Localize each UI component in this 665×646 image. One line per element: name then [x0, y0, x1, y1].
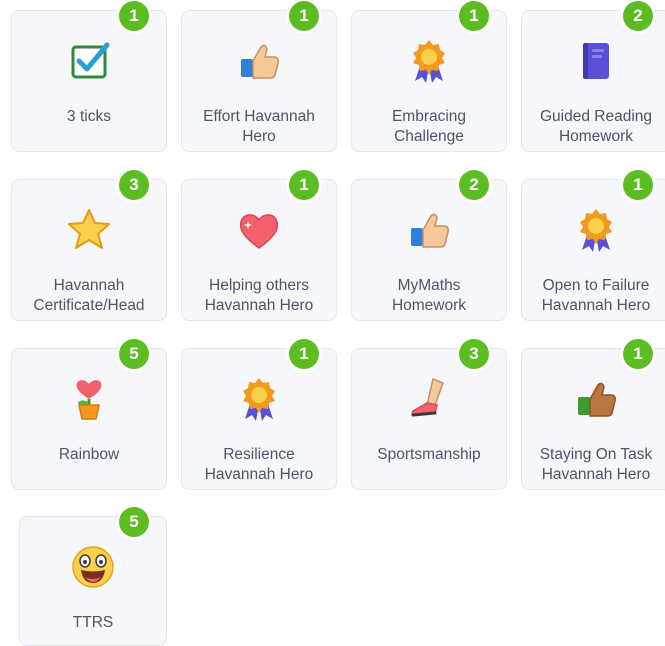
thumbs-up-dark-icon	[570, 373, 622, 425]
award-count-badge: 5	[116, 504, 152, 540]
award-count-badge: 1	[286, 0, 322, 34]
award-card-helping-others-havannah-hero[interactable]: Helping others Havannah Hero 1	[181, 167, 337, 321]
award-count-badge: 5	[116, 336, 152, 372]
award-count-badge: 1	[620, 336, 656, 372]
award-label: Helping others Havannah Hero	[204, 277, 314, 314]
award-card-sportsmanship[interactable]: Sportsmanship 3	[351, 336, 507, 490]
award-label: Rainbow	[58, 446, 120, 463]
award-card-ttrs[interactable]: TTRS 5	[19, 504, 167, 646]
book-icon	[570, 35, 622, 87]
award-label: MyMaths Homework	[391, 277, 467, 314]
award-card-rainbow[interactable]: Rainbow 5	[11, 336, 167, 490]
award-label: Resilience Havannah Hero	[204, 446, 314, 483]
award-card-open-to-failure-havannah-hero[interactable]: Open to Failure Havannah Hero 1	[521, 167, 665, 321]
award-card-staying-on-task-havannah-hero[interactable]: Staying On Task Havannah Hero 1	[521, 336, 665, 490]
award-label: Effort Havannah Hero	[203, 108, 315, 145]
award-card-resilience-havannah-hero[interactable]: Resilience Havannah Hero 1	[181, 336, 337, 490]
heart-icon	[233, 204, 285, 256]
medal-icon	[233, 373, 285, 425]
award-label: Embracing Challenge	[391, 108, 467, 145]
award-card-guided-reading-homework[interactable]: Guided Reading Homework 2	[521, 0, 665, 152]
award-count-badge: 3	[456, 336, 492, 372]
award-card-embracing-challenge[interactable]: Embracing Challenge 1	[351, 0, 507, 152]
medal-icon	[403, 35, 455, 87]
award-card-havannah-certificate-head[interactable]: Havannah Certificate/Head 3	[11, 167, 167, 321]
award-count-badge: 1	[620, 167, 656, 203]
checkbox-icon	[63, 35, 115, 87]
potted-heart-icon	[63, 373, 115, 425]
award-label: Open to Failure Havannah Hero	[541, 277, 651, 314]
thumbs-up-icon	[233, 35, 285, 87]
leg-icon	[403, 373, 455, 425]
award-count-badge: 3	[116, 167, 152, 203]
award-label: 3 ticks	[67, 108, 111, 125]
award-label: Havannah Certificate/Head	[33, 277, 145, 314]
medal-icon	[570, 204, 622, 256]
thumbs-up-icon	[403, 204, 455, 256]
award-card-effort-havannah-hero[interactable]: Effort Havannah Hero 1	[181, 0, 337, 152]
award-count-badge: 2	[456, 167, 492, 203]
award-card-3-ticks[interactable]: 3 ticks 1	[11, 0, 167, 152]
award-count-badge: 1	[116, 0, 152, 34]
award-count-badge: 2	[620, 0, 656, 34]
award-label: Sportsmanship	[377, 446, 481, 463]
award-count-badge: 1	[456, 0, 492, 34]
award-card-mymaths-homework[interactable]: MyMaths Homework 2	[351, 167, 507, 321]
award-label: Guided Reading Homework	[539, 108, 653, 145]
award-count-badge: 1	[286, 336, 322, 372]
award-count-badge: 1	[286, 167, 322, 203]
award-label: Staying On Task Havannah Hero	[539, 446, 653, 483]
star-icon	[63, 204, 115, 256]
grinning-face-icon	[67, 541, 119, 593]
award-label: TTRS	[72, 614, 114, 631]
